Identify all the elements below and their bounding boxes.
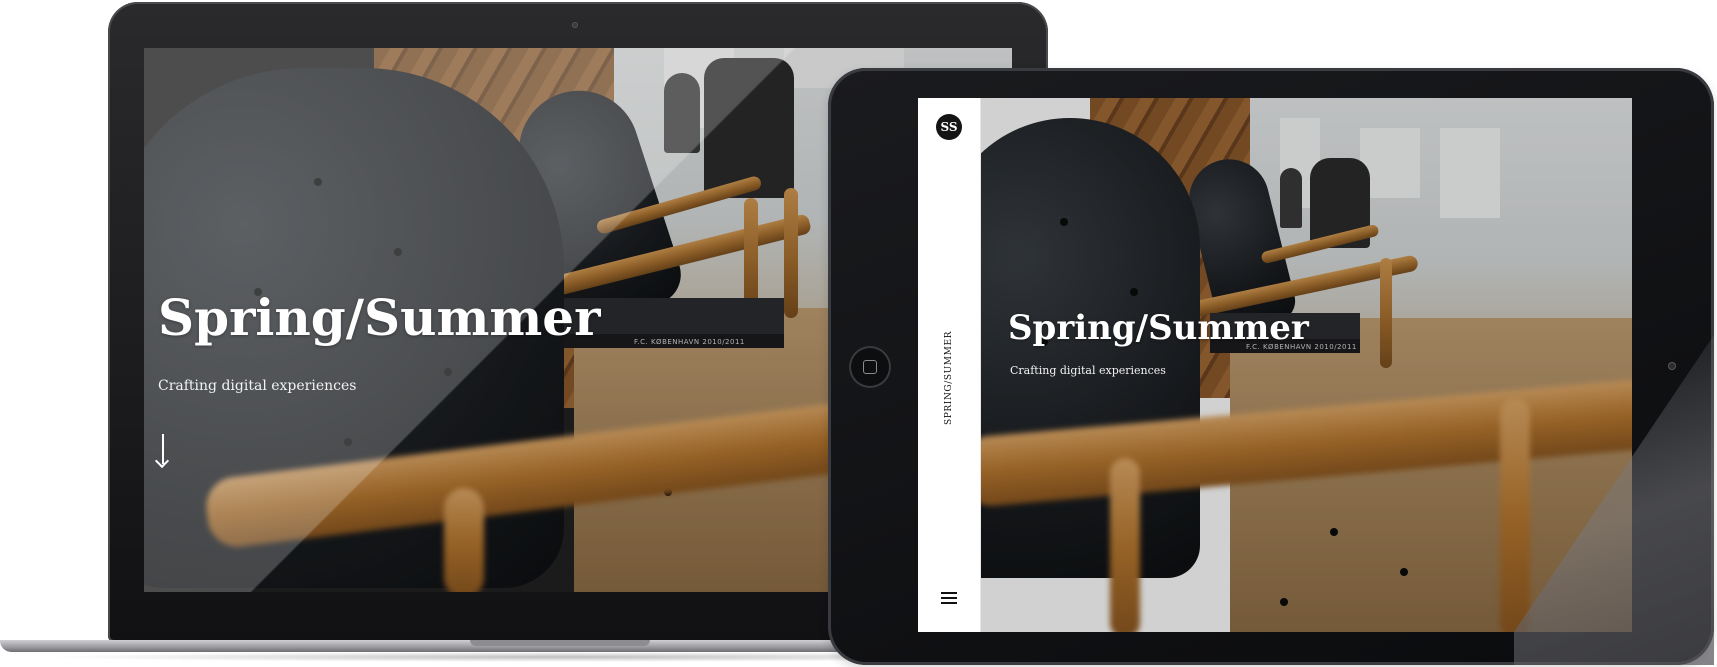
tablet-device: SS SPRING/SUMMER F.C. KØBENHAVN 2010/201…: [828, 68, 1714, 665]
hero-subtitle: Crafting digital experiences: [1010, 364, 1166, 377]
sidebar-vertical-label: SPRING/SUMMER: [932, 318, 966, 438]
sidebar: SS SPRING/SUMMER: [918, 98, 981, 632]
sidebar-vertical-text: SPRING/SUMMER: [944, 331, 955, 425]
hero-subtitle: Crafting digital experiences: [158, 378, 357, 394]
laptop-camera: [572, 22, 578, 28]
hero-background-photo: F.C. KØBENHAVN 2010/2011 Spring/Summer C…: [980, 98, 1632, 632]
tablet-camera: [1668, 362, 1676, 370]
hamburger-menu-icon[interactable]: [941, 592, 957, 604]
down-arrow-icon[interactable]: [162, 434, 164, 464]
hero-title: Spring/Summer: [1008, 308, 1309, 348]
home-button-icon[interactable]: [849, 346, 891, 388]
logo-icon[interactable]: SS: [936, 114, 962, 140]
laptop-notch: [470, 640, 650, 646]
hero-title: Spring/Summer: [158, 288, 601, 347]
tablet-screen: SS SPRING/SUMMER F.C. KØBENHAVN 2010/201…: [918, 98, 1632, 632]
